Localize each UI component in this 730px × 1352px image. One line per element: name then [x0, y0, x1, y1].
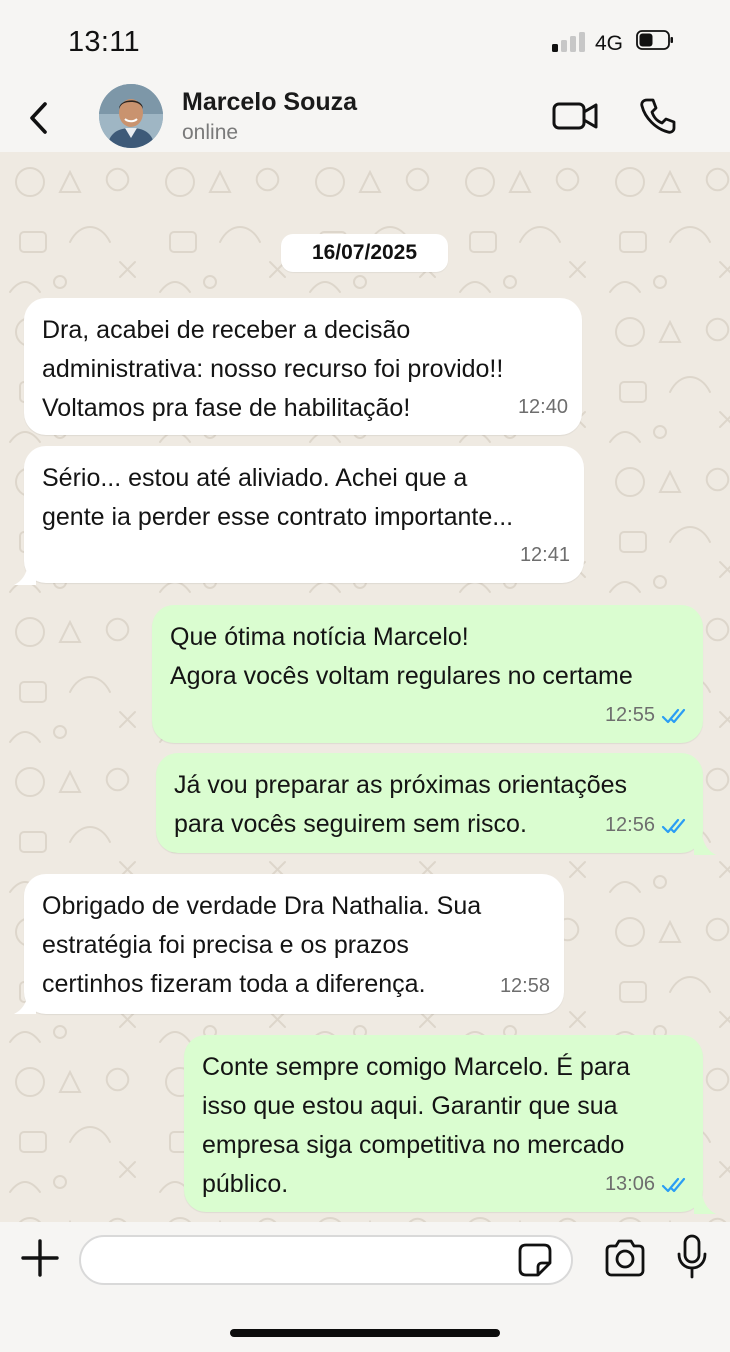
message-bubble-incoming[interactable]: Dra, acabei de receber a decisão adminis…	[24, 298, 582, 435]
bubble-tail-outgoing	[694, 835, 716, 855]
sticker-icon[interactable]	[518, 1243, 552, 1277]
avatar[interactable]	[99, 84, 163, 148]
status-bar: 13:11 4G	[0, 0, 730, 80]
message-input[interactable]	[79, 1235, 573, 1285]
message-time: 12:58	[499, 975, 550, 997]
message-bubble-outgoing[interactable]: Que ótima notícia Marcelo! Agora vocês v…	[152, 605, 703, 743]
bubble-tail-incoming	[14, 565, 36, 585]
contact-name[interactable]: Marcelo Souza	[182, 88, 357, 117]
plus-icon[interactable]	[20, 1238, 60, 1278]
bubble-tail-incoming	[14, 994, 36, 1014]
message-bubble-outgoing[interactable]: Conte sempre comigo Marcelo. É para isso…	[184, 1035, 703, 1212]
network-type: 4G	[595, 32, 624, 55]
read-receipt-icon	[661, 818, 686, 833]
message-time: 12:56	[604, 814, 655, 836]
home-indicator[interactable]	[230, 1329, 500, 1337]
video-camera-icon[interactable]	[552, 98, 600, 134]
message-composer	[0, 1222, 730, 1352]
camera-icon[interactable]	[603, 1238, 647, 1278]
message-text: Sério... estou até aliviado. Achei que a…	[42, 464, 514, 531]
message-text: Que ótima notícia Marcelo! Agora vocês v…	[170, 623, 633, 690]
read-receipt-icon	[661, 1177, 686, 1192]
back-icon[interactable]	[24, 98, 54, 138]
message-text: Obrigado de verdade Dra Nathalia. Sua es…	[42, 892, 482, 998]
message-time: 12:55	[604, 704, 655, 726]
chat-messages-area[interactable]: 16/07/2025 Dra, acabei de receber a deci…	[0, 152, 730, 1222]
message-bubble-incoming[interactable]: Obrigado de verdade Dra Nathalia. Sua es…	[24, 874, 564, 1014]
signal-strength-icon	[552, 32, 586, 52]
microphone-icon[interactable]	[675, 1234, 709, 1280]
message-bubble-incoming[interactable]: Sério... estou até aliviado. Achei que a…	[24, 446, 584, 583]
phone-icon[interactable]	[638, 96, 678, 136]
message-text: Dra, acabei de receber a decisão adminis…	[42, 316, 504, 422]
read-receipt-icon	[661, 708, 686, 723]
contact-status: online	[182, 121, 239, 144]
message-bubble-outgoing[interactable]: Já vou preparar as próximas orientações …	[156, 753, 703, 853]
bubble-tail-outgoing	[694, 1194, 716, 1214]
message-time: 12:40	[517, 396, 568, 418]
battery-icon	[636, 30, 673, 50]
message-time: 13:06	[604, 1173, 655, 1195]
status-time: 13:11	[68, 26, 140, 58]
chat-header: Marcelo Souza online	[0, 80, 730, 152]
date-separator: 16/07/2025	[281, 234, 448, 272]
message-time: 12:41	[519, 544, 570, 566]
